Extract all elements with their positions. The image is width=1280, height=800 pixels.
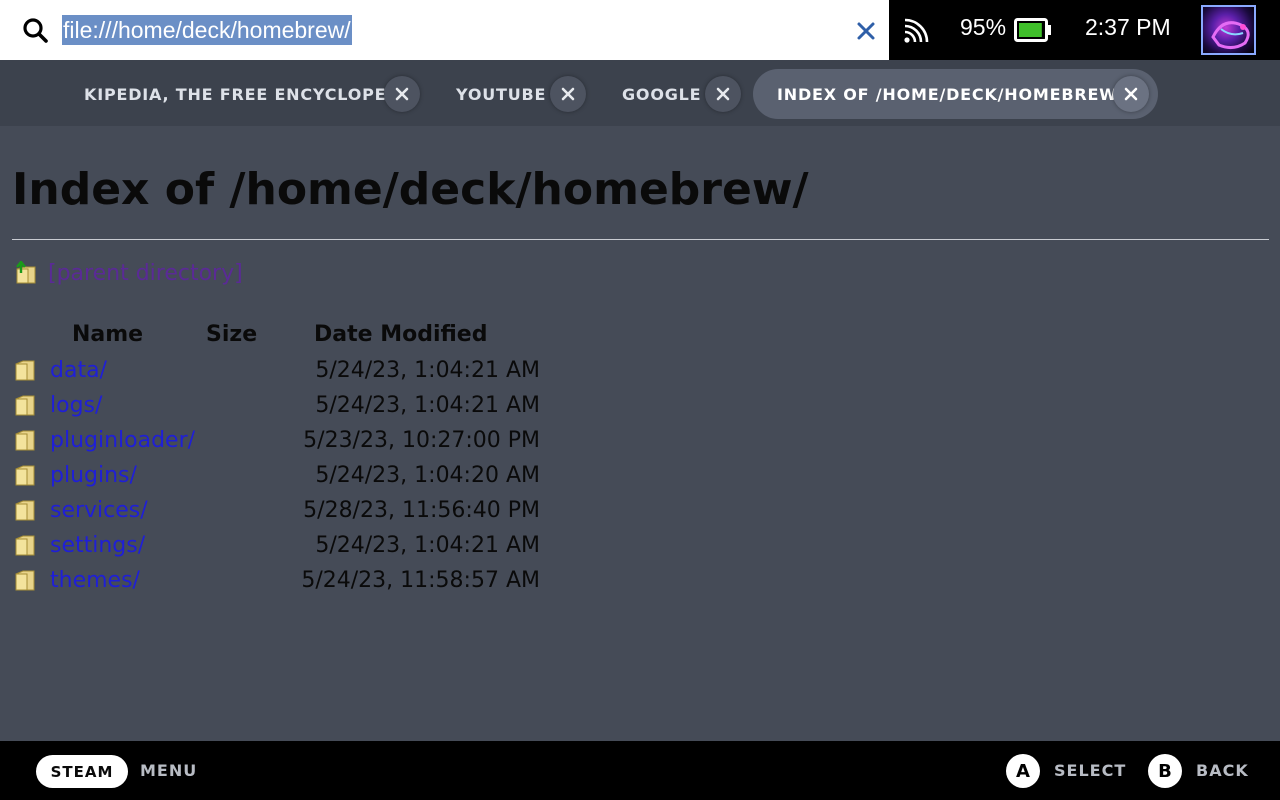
clock: 2:37 PM [1085,14,1171,40]
list-item[interactable]: logs/5/24/23, 1:04:21 AM [14,389,554,424]
tab-strip: KIPEDIA, THE FREE ENCYCLOPED YOUTUBE GOO… [0,60,1280,126]
list-item[interactable]: plugins/5/24/23, 1:04:20 AM [14,459,554,494]
tab-index-homebrew[interactable]: INDEX OF /HOME/DECK/HOMEBREW/ [753,69,1158,119]
tab-youtube[interactable]: YOUTUBE [440,69,590,119]
close-icon[interactable] [705,76,741,112]
avatar[interactable] [1201,5,1256,55]
file-name-link[interactable]: settings/ [50,533,145,558]
parent-directory-row[interactable]: [parent directory] [14,256,243,290]
close-icon[interactable] [855,20,877,42]
select-hint: SELECT [1054,761,1127,780]
close-icon[interactable] [550,76,586,112]
menu-hint: MENU [140,761,198,780]
folder-icon [15,535,35,556]
a-button-glyph[interactable]: A [1006,754,1040,788]
close-icon[interactable] [384,76,420,112]
date-modified: 5/23/23, 10:27:00 PM [303,428,540,453]
date-modified: 5/24/23, 11:58:57 AM [301,568,540,593]
divider [12,239,1269,240]
folder-icon [15,500,35,521]
file-name-link[interactable]: pluginloader/ [50,428,195,453]
close-icon[interactable] [1113,76,1149,112]
date-modified: 5/24/23, 1:04:21 AM [315,358,540,383]
page-content: Index of /home/deck/homebrew/ [parent di… [0,126,1280,741]
column-header-date[interactable]: Date Modified [314,322,487,347]
b-button-glyph[interactable]: B [1148,754,1182,788]
url-input[interactable]: file:///home/deck/homebrew/ [62,15,352,45]
date-modified: 5/28/23, 11:56:40 PM [303,498,540,523]
list-item[interactable]: settings/5/24/23, 1:04:21 AM [14,529,554,564]
folder-up-icon [16,261,36,284]
list-item[interactable]: data/5/24/23, 1:04:21 AM [14,354,554,389]
list-item[interactable]: pluginloader/5/23/23, 10:27:00 PM [14,424,554,459]
file-name-link[interactable]: data/ [50,358,107,383]
list-item[interactable]: services/5/28/23, 11:56:40 PM [14,494,554,529]
column-header-name[interactable]: Name [72,322,143,347]
date-modified: 5/24/23, 1:04:20 AM [315,463,540,488]
cast-icon [904,18,929,43]
tab-label: YOUTUBE [456,84,547,104]
url-bar[interactable]: file:///home/deck/homebrew/ [0,0,889,60]
tab-google[interactable]: GOOGLE [606,69,746,119]
folder-icon [15,570,35,591]
folder-icon [15,395,35,416]
file-name-link[interactable]: plugins/ [50,463,137,488]
file-name-link[interactable]: services/ [50,498,148,523]
folder-icon [15,360,35,381]
avatar-image [1211,21,1250,50]
date-modified: 5/24/23, 1:04:21 AM [315,393,540,418]
column-header-size[interactable]: Size [206,322,257,347]
back-hint: BACK [1196,761,1249,780]
battery-fill [1019,23,1042,37]
tab-label: INDEX OF /HOME/DECK/HOMEBREW/ [777,84,1125,104]
search-icon[interactable] [22,17,48,43]
file-name-link[interactable]: themes/ [50,568,140,593]
tab-wikipedia[interactable]: KIPEDIA, THE FREE ENCYCLOPED [80,69,425,119]
top-bar: file:///home/deck/homebrew/ 95% 2:37 PM [0,0,1280,60]
battery-percent: 95% [960,14,1007,40]
file-name-link[interactable]: logs/ [50,393,102,418]
date-modified: 5/24/23, 1:04:21 AM [315,533,540,558]
battery-icon [1014,18,1051,42]
tab-label: KIPEDIA, THE FREE ENCYCLOPED [84,84,401,104]
parent-directory-link[interactable]: [parent directory] [48,261,243,286]
list-item[interactable]: themes/5/24/23, 11:58:57 AM [14,564,554,599]
folder-icon [15,465,35,486]
folder-icon [15,430,35,451]
tab-label: GOOGLE [622,84,702,104]
page-title: Index of /home/deck/homebrew/ [12,164,809,215]
steam-button[interactable]: STEAM [36,755,128,788]
bottom-bar: STEAM MENU A SELECT B BACK [0,741,1280,800]
